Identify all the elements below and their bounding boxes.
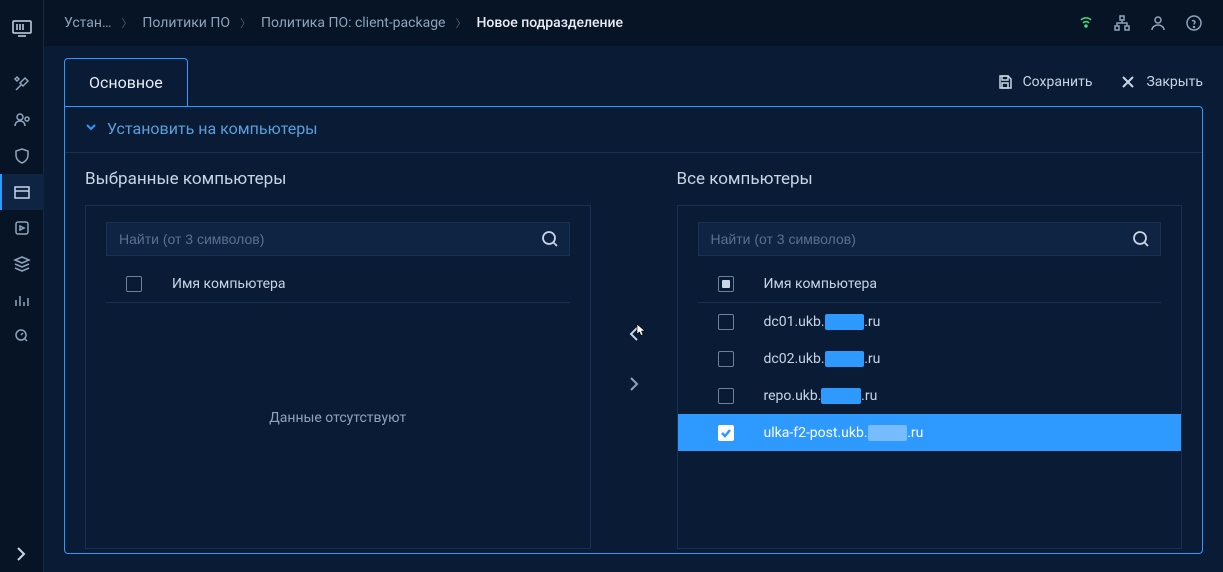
row-checkbox[interactable] bbox=[718, 425, 734, 441]
sidebar-item-scan[interactable] bbox=[0, 318, 44, 354]
sidebar-item-layers[interactable] bbox=[0, 246, 44, 282]
all-computers-column: Все компьютеры bbox=[677, 169, 1183, 549]
selected-search-input[interactable] bbox=[106, 222, 570, 256]
selected-column-title: Выбранные компьютеры bbox=[85, 169, 591, 189]
search-icon[interactable] bbox=[540, 229, 560, 253]
breadcrumb-item-0[interactable]: Устан… bbox=[64, 15, 111, 31]
save-label: Сохранить bbox=[1023, 74, 1093, 90]
breadcrumbs: Устан… 〉 Политики ПО 〉 Политика ПО: clie… bbox=[64, 15, 1077, 31]
select-all-checkbox[interactable] bbox=[126, 276, 142, 292]
breadcrumb-item-1[interactable]: Политики ПО bbox=[142, 15, 230, 31]
empty-state: Данные отсутствуют bbox=[86, 303, 590, 532]
chevron-right-icon: 〉 bbox=[455, 15, 466, 31]
section-title: Установить на компьютеры bbox=[107, 119, 318, 138]
user-icon[interactable] bbox=[1149, 14, 1167, 32]
row-checkbox[interactable] bbox=[718, 314, 734, 330]
close-button[interactable]: Закрыть bbox=[1120, 74, 1203, 90]
top-header: Устан… 〉 Политики ПО 〉 Политика ПО: clie… bbox=[44, 0, 1223, 46]
computer-name: dc02.ukb.████.ru bbox=[764, 350, 881, 367]
chevron-right-icon: 〉 bbox=[121, 15, 132, 31]
tabs: Основное bbox=[64, 58, 188, 106]
sidebar-expand[interactable] bbox=[0, 536, 44, 572]
computer-row[interactable]: repo.ukb.████.ru bbox=[678, 377, 1182, 414]
sidebar-item-analytics[interactable] bbox=[0, 282, 44, 318]
sidebar-item-tools[interactable] bbox=[0, 66, 44, 102]
computer-name: ulka-f2-post.ukb.████.ru bbox=[764, 424, 924, 441]
row-checkbox[interactable] bbox=[718, 351, 734, 367]
computer-row[interactable]: ulka-f2-post.ukb.████.ru bbox=[678, 414, 1182, 451]
tab-main[interactable]: Основное bbox=[64, 58, 188, 106]
all-search-input[interactable] bbox=[698, 222, 1162, 256]
main-panel: Установить на компьютеры Выбранные компь… bbox=[64, 106, 1203, 554]
computer-name: repo.ukb.████.ru bbox=[764, 387, 878, 404]
save-icon bbox=[997, 74, 1013, 90]
sidebar-item-security[interactable] bbox=[0, 138, 44, 174]
selected-column-header: Имя компьютера bbox=[172, 276, 286, 292]
close-label: Закрыть bbox=[1146, 74, 1203, 90]
app-logo[interactable] bbox=[0, 10, 44, 46]
all-column-header: Имя компьютера bbox=[764, 276, 878, 292]
breadcrumb-item-2[interactable]: Политика ПО: client-package bbox=[261, 15, 446, 31]
sidebar bbox=[0, 0, 44, 572]
sidebar-item-deploy[interactable] bbox=[0, 210, 44, 246]
row-checkbox[interactable] bbox=[718, 388, 734, 404]
computer-name: dc01.ukb.████.ru bbox=[764, 313, 881, 330]
move-right-button[interactable] bbox=[621, 374, 647, 394]
selected-computers-column: Выбранные компьютеры bbox=[85, 169, 591, 549]
signal-icon[interactable] bbox=[1077, 14, 1095, 32]
chevron-right-icon: 〉 bbox=[240, 15, 251, 31]
search-icon[interactable] bbox=[1131, 229, 1151, 253]
network-icon[interactable] bbox=[1113, 14, 1131, 32]
breadcrumb-item-3: Новое подразделение bbox=[476, 15, 623, 31]
close-icon bbox=[1120, 74, 1136, 90]
section-header[interactable]: Установить на компьютеры bbox=[65, 113, 1202, 153]
save-button[interactable]: Сохранить bbox=[997, 74, 1093, 90]
computer-row[interactable]: dc02.ukb.████.ru bbox=[678, 340, 1182, 377]
chevron-down-icon bbox=[85, 121, 97, 137]
select-all-checkbox[interactable] bbox=[718, 276, 734, 292]
help-icon[interactable] bbox=[1185, 14, 1203, 32]
all-column-title: Все компьютеры bbox=[677, 169, 1183, 189]
sidebar-item-users[interactable] bbox=[0, 102, 44, 138]
sidebar-item-packages[interactable] bbox=[0, 174, 44, 210]
computer-row[interactable]: dc01.ukb.████.ru bbox=[678, 303, 1182, 340]
move-left-button[interactable] bbox=[621, 324, 647, 344]
